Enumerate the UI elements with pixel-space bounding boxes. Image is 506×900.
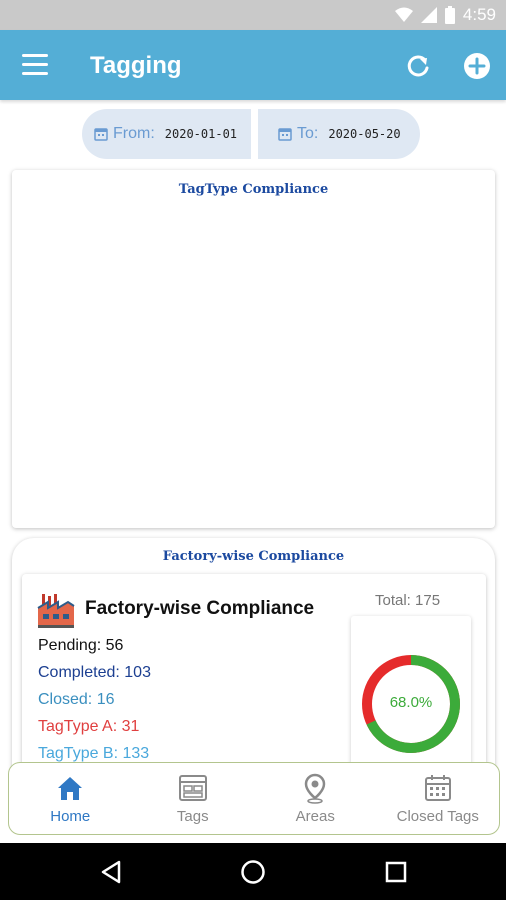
battery-icon xyxy=(444,6,455,24)
stat-completed: Completed: 103 xyxy=(38,664,151,681)
nav-item-home[interactable]: Home xyxy=(9,763,132,834)
calendar-small-icon xyxy=(94,128,108,141)
nav-label-home: Home xyxy=(50,808,91,825)
home-icon xyxy=(58,777,83,800)
factory-compliance-card: Factory-wise Compliance Factory-wise Com… xyxy=(12,538,495,786)
calendar-small-icon xyxy=(278,128,292,141)
factory-card-title: Factory-wise Compliance xyxy=(162,549,345,564)
factory-summary-title: Factory-wise Compliance xyxy=(85,598,315,619)
system-navigation-bar xyxy=(0,843,506,900)
factory-summary-card[interactable]: Factory-wise Compliance Total: 175 Pendi… xyxy=(22,574,486,786)
nav-label-tags: Tags xyxy=(176,808,209,825)
nav-label-closed-tags: Closed Tags xyxy=(396,808,479,825)
nav-item-closed-tags[interactable]: Closed Tags xyxy=(377,763,500,834)
stat-tagtype-b: TagType B: 133 xyxy=(38,745,150,762)
signal-icon xyxy=(420,7,437,23)
date-from-picker[interactable]: From: 2020-01-01 xyxy=(82,109,251,159)
date-to-label: To: xyxy=(297,125,319,142)
date-to-value: 2020-05-20 xyxy=(328,127,401,141)
tags-icon xyxy=(178,775,207,801)
nav-item-areas[interactable]: Areas xyxy=(254,763,377,834)
refresh-icon[interactable] xyxy=(404,52,432,80)
nav-label-areas: Areas xyxy=(295,808,335,825)
page-title: Tagging xyxy=(90,52,182,79)
date-from-label: From: xyxy=(113,125,155,142)
factory-icon xyxy=(37,594,75,628)
stat-pending: Pending: 56 xyxy=(38,637,124,654)
home-circle-icon[interactable] xyxy=(240,859,266,885)
status-time: 4:59 xyxy=(462,5,496,24)
tagtype-card-title: TagType Compliance xyxy=(178,182,329,197)
recents-icon[interactable] xyxy=(383,859,409,885)
gauge-percent-label: 68.0% xyxy=(389,694,433,711)
nav-item-tags[interactable]: Tags xyxy=(132,763,255,834)
tagtype-compliance-card: TagType Compliance xyxy=(12,170,495,528)
location-pin-icon xyxy=(304,773,326,804)
bottom-navigation: Home Tags Areas Closed Tags xyxy=(8,762,500,835)
stat-closed: Closed: 16 xyxy=(38,691,115,708)
wifi-icon xyxy=(394,7,413,22)
app-bar: Tagging xyxy=(0,30,506,100)
menu-icon[interactable] xyxy=(22,54,48,76)
calendar-icon xyxy=(424,775,451,801)
back-icon[interactable] xyxy=(98,859,124,885)
date-from-value: 2020-01-01 xyxy=(164,127,238,141)
add-icon[interactable] xyxy=(463,52,491,80)
stat-tagtype-a: TagType A: 31 xyxy=(38,718,140,735)
date-to-picker[interactable]: To: 2020-05-20 xyxy=(258,109,420,159)
compliance-gauge-card: 68.0% xyxy=(351,616,471,786)
total-count: Total: 175 xyxy=(375,592,441,609)
status-bar: 4:59 xyxy=(0,0,506,30)
